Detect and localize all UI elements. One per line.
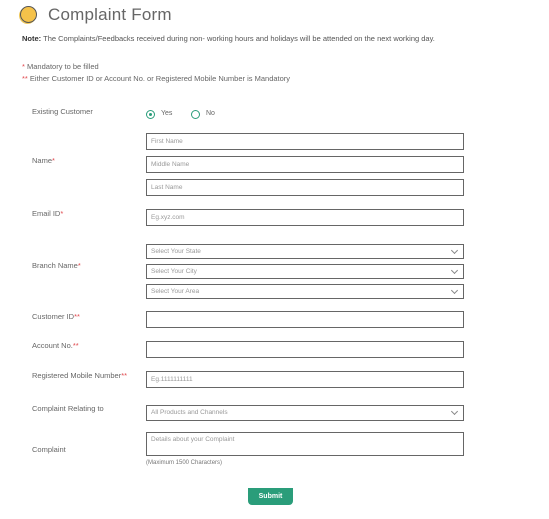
state-select-value: Select Your State xyxy=(151,248,201,255)
radio-yes-label[interactable]: Yes xyxy=(161,110,172,117)
name-label-text: Name xyxy=(32,156,53,165)
mandatory-text: Mandatory to be filled xyxy=(24,62,99,71)
chevron-down-icon xyxy=(450,246,459,255)
complaint-label: Complaint xyxy=(32,445,66,454)
email-label-text: Email ID xyxy=(32,209,61,218)
note-text: Note: The Complaints/Feedbacks received … xyxy=(22,34,435,43)
page-title: Complaint Form xyxy=(48,5,172,24)
chevron-down-icon xyxy=(450,266,459,275)
complaint-relating-value: All Products and Channels xyxy=(151,409,228,416)
area-select[interactable]: Select Your Area xyxy=(146,284,464,299)
email-label: Email ID* xyxy=(32,209,63,218)
either-mandatory-note: ** Either Customer ID or Account No. or … xyxy=(22,74,290,83)
customer-id-label-text: Customer ID xyxy=(32,312,75,321)
middle-name-input[interactable]: Middle Name xyxy=(146,156,464,173)
complaint-textarea[interactable]: Details about your Complaint xyxy=(146,432,464,456)
state-select[interactable]: Select Your State xyxy=(146,244,464,259)
existing-customer-label: Existing Customer xyxy=(32,107,93,116)
first-name-input[interactable]: First Name xyxy=(146,133,464,150)
required-double-star: ** xyxy=(121,371,128,380)
note-label: Note: xyxy=(22,34,42,43)
name-label: Name* xyxy=(32,156,55,165)
city-select-value: Select Your City xyxy=(151,268,197,275)
customer-id-input[interactable] xyxy=(146,311,464,328)
radio-no-label[interactable]: No xyxy=(206,110,215,117)
submit-button[interactable]: Submit xyxy=(248,488,293,505)
required-star: * xyxy=(60,209,64,218)
required-double-star: ** xyxy=(72,341,79,350)
account-no-input[interactable] xyxy=(146,341,464,358)
account-no-label-text: Account No. xyxy=(32,341,73,350)
account-no-label: Account No.** xyxy=(32,341,79,350)
branch-label: Branch Name* xyxy=(32,261,81,270)
customer-id-label: Customer ID** xyxy=(32,312,80,321)
chevron-down-icon xyxy=(450,286,459,295)
required-star: * xyxy=(77,261,81,270)
city-select[interactable]: Select Your City xyxy=(146,264,464,279)
required-star: * xyxy=(52,156,55,165)
last-name-input[interactable]: Last Name xyxy=(146,179,464,196)
complaint-relating-select[interactable]: All Products and Channels xyxy=(146,405,464,421)
area-select-value: Select Your Area xyxy=(151,288,200,295)
mobile-input[interactable]: Eg.1111111111 xyxy=(146,371,464,388)
email-input[interactable]: Eg.xyz.com xyxy=(146,209,464,226)
chevron-down-icon xyxy=(450,407,459,416)
note-body: The Complaints/Feedbacks received during… xyxy=(41,34,435,43)
radio-yes[interactable] xyxy=(146,110,155,119)
mandatory-note: * Mandatory to be filled xyxy=(22,62,99,71)
mobile-label-text: Registered Mobile Number xyxy=(32,371,122,380)
mobile-label: Registered Mobile Number** xyxy=(32,371,127,380)
radio-no[interactable] xyxy=(191,110,200,119)
required-double-star: ** xyxy=(74,312,80,321)
branch-label-text: Branch Name xyxy=(32,261,78,270)
either-mandatory-text: Either Customer ID or Account No. or Reg… xyxy=(27,74,291,83)
complaint-relating-label: Complaint Relating to xyxy=(32,404,104,413)
complaint-hint: (Maximum 1500 Characters) xyxy=(146,460,223,466)
circle-bullet-icon xyxy=(20,6,37,23)
